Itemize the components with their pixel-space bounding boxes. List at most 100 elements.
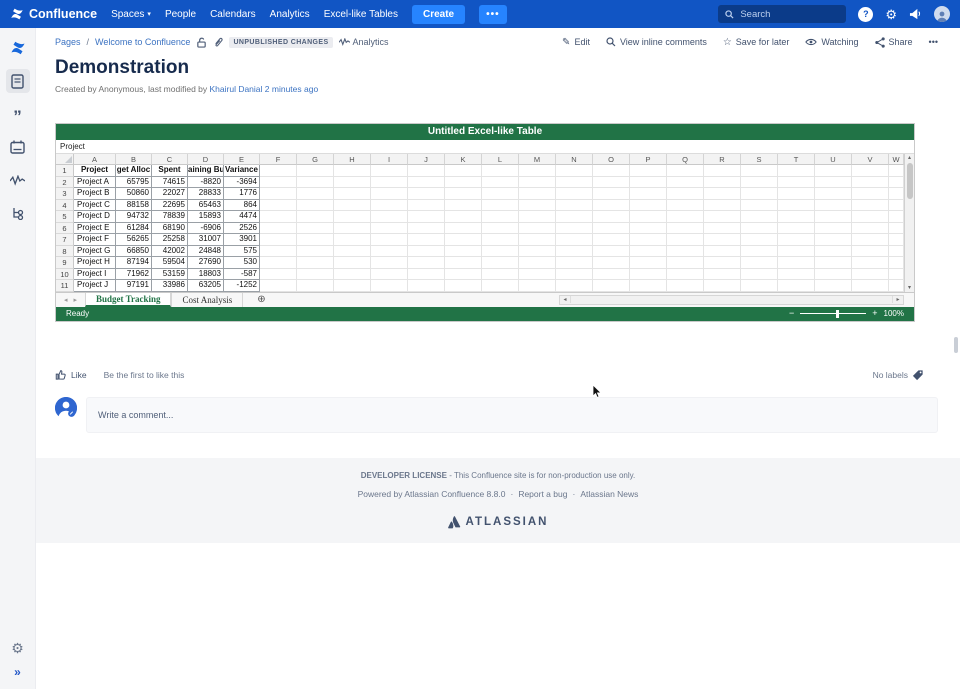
cell[interactable] <box>741 280 778 292</box>
column-header-D[interactable]: D <box>188 154 224 165</box>
cell[interactable]: 66850 <box>116 246 152 258</box>
cell[interactable]: Project <box>74 165 116 177</box>
report-bug-link[interactable]: Report a bug <box>518 489 567 499</box>
column-header-C[interactable]: C <box>152 154 188 165</box>
cell[interactable] <box>445 188 482 200</box>
row-header-9[interactable]: 9 <box>56 257 74 269</box>
cell[interactable] <box>334 177 371 189</box>
cell[interactable]: 530 <box>224 257 260 269</box>
cell[interactable] <box>297 188 334 200</box>
horizontal-scrollbar[interactable]: ◂ ▸ <box>559 295 904 305</box>
column-header-I[interactable]: I <box>371 154 408 165</box>
cell[interactable] <box>704 223 741 235</box>
cell[interactable] <box>297 246 334 258</box>
cell[interactable] <box>519 177 556 189</box>
column-header-L[interactable]: L <box>482 154 519 165</box>
cell[interactable]: Project E <box>74 223 116 235</box>
cell[interactable] <box>741 211 778 223</box>
cell[interactable] <box>778 246 815 258</box>
cell[interactable]: 15893 <box>188 211 224 223</box>
cell[interactable]: 22027 <box>152 188 188 200</box>
cell[interactable] <box>297 280 334 292</box>
cell[interactable] <box>593 188 630 200</box>
cell[interactable] <box>778 177 815 189</box>
breadcrumb-analytics[interactable]: Analytics <box>339 37 389 47</box>
sheet-tab-budget-tracking[interactable]: Budget Tracking <box>85 293 171 307</box>
cell[interactable] <box>371 257 408 269</box>
cell[interactable] <box>519 188 556 200</box>
row-header-8[interactable]: 8 <box>56 246 74 258</box>
cell[interactable] <box>371 246 408 258</box>
cell[interactable] <box>556 280 593 292</box>
cell[interactable] <box>704 165 741 177</box>
cell[interactable] <box>889 223 904 235</box>
cell[interactable] <box>667 234 704 246</box>
nav-item-excel-like-tables[interactable]: Excel-like Tables <box>324 9 398 20</box>
row-header-6[interactable]: 6 <box>56 223 74 235</box>
cell[interactable] <box>482 269 519 281</box>
cell[interactable] <box>519 280 556 292</box>
cell[interactable]: Project J <box>74 280 116 292</box>
cell[interactable] <box>408 223 445 235</box>
cell[interactable] <box>741 257 778 269</box>
cell[interactable]: 3901 <box>224 234 260 246</box>
column-header-V[interactable]: V <box>852 154 889 165</box>
cell[interactable] <box>852 188 889 200</box>
cell[interactable]: Project I <box>74 269 116 281</box>
row-header-3[interactable]: 3 <box>56 188 74 200</box>
cell[interactable] <box>371 165 408 177</box>
cell[interactable]: 1776 <box>224 188 260 200</box>
cell[interactable] <box>334 234 371 246</box>
settings-gear-button[interactable]: ⚙ <box>885 8 897 21</box>
cell[interactable] <box>260 280 297 292</box>
scroll-right-icon[interactable]: ▸ <box>892 296 903 303</box>
cell[interactable] <box>667 165 704 177</box>
cell[interactable]: 27690 <box>188 257 224 269</box>
column-header-J[interactable]: J <box>408 154 445 165</box>
cell[interactable] <box>408 280 445 292</box>
cell[interactable] <box>556 269 593 281</box>
cell[interactable] <box>445 280 482 292</box>
cell[interactable] <box>630 280 667 292</box>
scroll-down-icon[interactable]: ▾ <box>908 284 911 292</box>
sidebar-item-pages[interactable] <box>6 69 30 93</box>
view-inline-comments-button[interactable]: View inline comments <box>606 37 707 47</box>
cell[interactable] <box>482 177 519 189</box>
cell[interactable] <box>297 223 334 235</box>
cell[interactable]: 22695 <box>152 200 188 212</box>
cell[interactable]: 97191 <box>116 280 152 292</box>
cell[interactable] <box>260 223 297 235</box>
page-scrollbar-thumb[interactable] <box>954 337 958 353</box>
column-header-S[interactable]: S <box>741 154 778 165</box>
cell[interactable]: 28833 <box>188 188 224 200</box>
cell[interactable] <box>741 269 778 281</box>
column-header-W[interactable]: W <box>889 154 904 165</box>
cell[interactable] <box>408 177 445 189</box>
cell[interactable] <box>704 211 741 223</box>
cell[interactable]: -587 <box>224 269 260 281</box>
add-sheet-button[interactable]: ⊕ <box>243 293 279 307</box>
cell[interactable] <box>704 246 741 258</box>
byline-author-link[interactable]: Khairul Danial 2 minutes ago <box>210 84 319 94</box>
nav-item-calendars[interactable]: Calendars <box>210 9 256 20</box>
column-header-F[interactable]: F <box>260 154 297 165</box>
column-header-P[interactable]: P <box>630 154 667 165</box>
cell[interactable] <box>371 177 408 189</box>
cell[interactable] <box>408 188 445 200</box>
column-header-B[interactable]: B <box>116 154 152 165</box>
cell[interactable] <box>482 200 519 212</box>
nav-item-people[interactable]: People <box>165 9 196 20</box>
cell[interactable] <box>297 269 334 281</box>
cell[interactable] <box>334 269 371 281</box>
search-input[interactable]: Search <box>718 5 846 23</box>
cell[interactable] <box>593 246 630 258</box>
column-header-O[interactable]: O <box>593 154 630 165</box>
cell[interactable] <box>667 188 704 200</box>
cell[interactable] <box>297 234 334 246</box>
cell[interactable]: Variance <box>224 165 260 177</box>
sidebar-item-calendars[interactable] <box>6 135 30 159</box>
cell[interactable] <box>593 165 630 177</box>
cell[interactable] <box>852 269 889 281</box>
cell[interactable] <box>815 280 852 292</box>
cell[interactable]: Project F <box>74 234 116 246</box>
